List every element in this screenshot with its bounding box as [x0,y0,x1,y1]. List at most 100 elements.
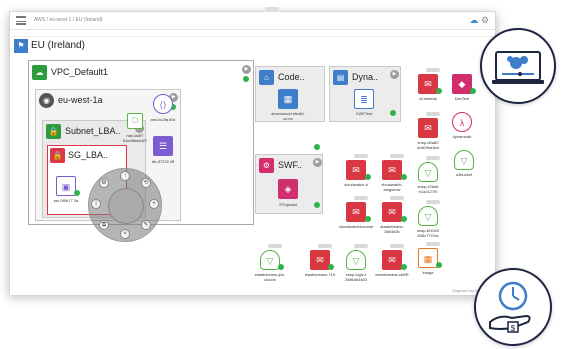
status-dot [314,144,320,150]
swf-badge: ▶ [313,158,322,167]
eni-icon[interactable]: ▣ [56,176,76,196]
menu-icon[interactable] [16,16,26,25]
clock-hand-icon: $ [489,281,531,333]
status-dot [328,264,334,270]
s3-bucket-icon[interactable]: ▽ [418,162,438,182]
flag-icon: ⚑ [14,39,28,53]
radial-add-icon[interactable]: + [149,199,159,209]
az-label: eu-west-1a [58,95,103,105]
eni-status-dot [74,190,80,196]
radial-link-icon[interactable]: ⟲ [141,178,151,188]
radial-info-icon[interactable]: i [91,199,101,209]
vpc-cloud-icon: ☁ [32,65,47,80]
count-pill [426,112,440,116]
status-dot [278,264,284,270]
grid-caption-15: elasticbeans-ckNR [375,272,409,277]
grid-caption-11: snsp-6f1040 845c77f7ea [416,228,439,238]
subnet-label: Subnet_LBA.. [65,126,121,136]
swf-icon: ⚙ [259,158,274,173]
count-pill [354,244,368,248]
az-location-icon: ◉ [39,93,54,108]
lambda-icon[interactable]: λ [452,112,472,132]
radial-edit-icon[interactable]: ✎ [141,220,151,230]
count-pill [390,244,404,248]
radial-settings-icon[interactable]: ⚙ [99,178,109,188]
s3-bucket-icon[interactable]: ▽ [454,150,474,170]
grid-caption-4: s3bucket [455,172,472,177]
status-dot [470,88,476,94]
svg-text:$: $ [511,324,516,333]
radial-expand-icon[interactable]: ↑ [120,171,130,181]
radial-copy-icon[interactable]: ⧉ [99,220,109,230]
gear-icon[interactable]: ⚙ [481,15,489,25]
route-table-icon[interactable]: ☰ [153,136,173,156]
s3-bucket-icon[interactable]: ▽ [260,250,280,270]
sqs-icon[interactable]: ✉ [382,250,402,270]
radial-menu[interactable]: ↑ ⟲ + ✎ × ⧉ i ⚙ [88,168,162,242]
region-label: EU (Ireland) [31,40,85,51]
codecommit-box[interactable]: ⌂ Code.. ▦ amzncocod ebuild-cc-nx [255,66,325,122]
top-bar: AWS / eu-west-1 / EU (Ireland) ☁ ⚙ [10,12,495,30]
sqs-icon[interactable]: ✉ [346,160,366,180]
sqs-icon[interactable]: ✉ [418,118,438,138]
grid-caption-13: elasticbeans-719 [304,272,336,277]
status-dot [436,88,442,94]
sqs-icon[interactable]: ✉ [346,202,366,222]
swf-domain-icon[interactable]: ◈ [278,179,298,199]
swf-caption: STUpload [279,202,297,207]
sqs-icon[interactable]: ✉ [310,250,330,270]
settings-laptop-badge [480,28,556,104]
sqs-icon[interactable]: ✉ [382,202,402,222]
count-pill [390,196,404,200]
toolbar-icons: ☁ ⚙ [469,15,489,26]
grid-caption-1: cf-lambda [419,96,437,101]
count-pill [426,156,440,160]
s3-bucket-icon[interactable]: ▽ [418,206,438,226]
search-row[interactable] [10,31,495,37]
rtb-caption: rtb-87229 2ff [151,159,175,164]
cloud-icon[interactable]: ☁ [469,15,478,25]
vpc-badge: ▶ [242,65,251,74]
status-dot [401,216,407,222]
nat-instance-icon[interactable]: ▢ [127,113,143,129]
time-money-badge: $ [474,268,552,346]
count-pill [426,242,440,246]
dynamodb-icon: ▤ [333,70,348,85]
swf-box[interactable]: ⚙ SWF.. ▶ ◈ STUpload [255,154,323,214]
dynamodb-caption: CWETest [355,111,373,116]
count-pill [390,154,404,158]
diagram-canvas[interactable]: ⚑ EU (Ireland) ☁ VPC_Default1 ▶ ◉ eu-wes… [10,38,495,295]
count-pill [268,244,282,248]
radial-delete-icon[interactable]: × [120,229,130,239]
ami-caption: ami-bc2fa 60c [150,117,176,122]
codecommit-label: Code.. [278,72,305,82]
swf-label: SWF.. [278,160,302,170]
grid-caption-3: dynamodb [452,134,472,139]
count-pill [318,244,332,248]
count-pill [354,196,368,200]
status-dot [365,174,371,180]
status-dot [365,216,371,222]
status-dot [390,110,396,116]
status-dot [401,264,407,270]
count-pill [426,200,440,204]
count-pill [354,154,368,158]
dynamodb-label: Dyna.. [352,72,379,82]
grid-caption-14: snsp-logic-f 2586464603 [344,272,368,282]
sqs-icon[interactable]: ✉ [382,160,402,180]
radial-menu-center[interactable] [108,188,144,224]
laptop-gears-icon [492,51,544,84]
status-dot [401,174,407,180]
vpc-status-dot [243,76,249,82]
eni-caption: eni-0f0b77 3a [53,198,79,203]
s3-bucket-icon[interactable]: ▽ [346,250,366,270]
sqs-icon[interactable]: ✉ [418,74,438,94]
app-window: AWS / eu-west-1 / EU (Ireland) ☁ ⚙ ⚑ EU … [9,7,496,295]
codecommit-icon: ⌂ [259,70,274,85]
table-icon[interactable]: ≣ [354,89,374,109]
sqs-icon[interactable]: ◆ [452,74,472,94]
image-icon[interactable]: ▦ [418,248,438,268]
repo-icon[interactable]: ▦ [278,89,298,109]
grid-caption-12: elasticbeans-lpb-cloudn [254,272,286,282]
ami-icon[interactable]: ⟨⟩ [153,94,173,114]
